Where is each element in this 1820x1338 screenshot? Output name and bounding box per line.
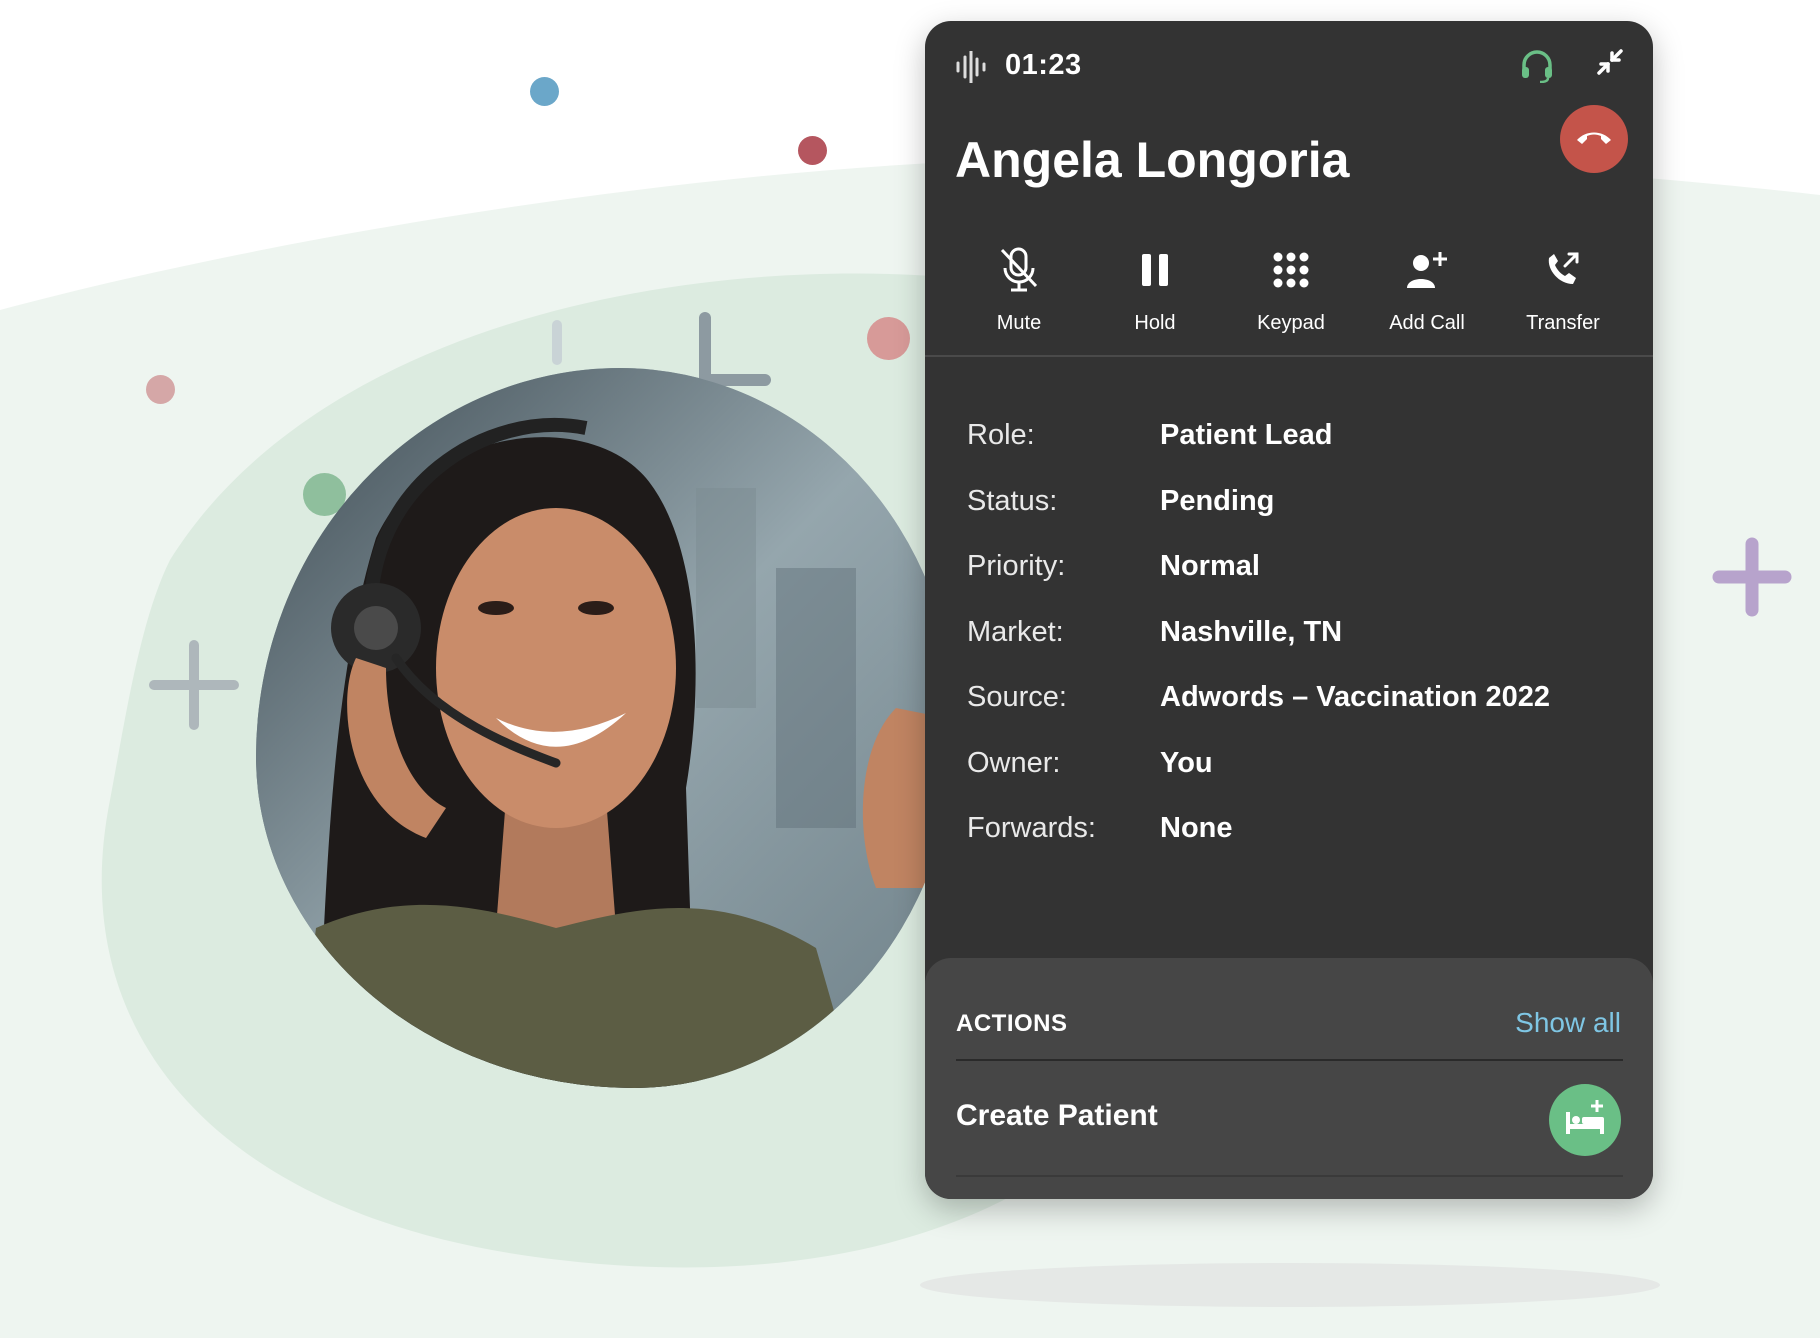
detail-label: Forwards: [967, 812, 1096, 844]
hang-up-button[interactable] [1560, 105, 1628, 173]
control-label: Keypad [1257, 312, 1325, 334]
keypad-button[interactable]: Keypad [1223, 246, 1359, 336]
hold-button[interactable]: Hold [1087, 246, 1223, 336]
call-transfer-icon [1543, 250, 1583, 295]
marketing-stage: 01:23 Angela Longoria Mute Hold Keypad A… [0, 0, 1820, 1338]
detail-row-owner: Owner: You [967, 747, 1617, 813]
phone-hangup-icon [1574, 127, 1614, 152]
show-all-link[interactable]: Show all [1515, 1007, 1621, 1039]
divider [925, 355, 1653, 357]
caller-name: Angela Longoria [955, 132, 1350, 188]
detail-value: Nashville, TN [1160, 615, 1343, 648]
call-widget: 01:23 Angela Longoria Mute Hold Keypad A… [925, 21, 1653, 1199]
audio-waveform-icon [955, 49, 987, 88]
transfer-button[interactable]: Transfer [1495, 246, 1631, 336]
pause-icon [1140, 252, 1170, 293]
detail-row-role: Role: Patient Lead [967, 419, 1617, 485]
call-topbar: 01:23 [955, 47, 1625, 87]
detail-value: Adwords – Vaccination 2022 [1160, 681, 1551, 713]
detail-label: Source: [967, 681, 1067, 713]
add-person-icon [1405, 250, 1449, 295]
divider [956, 1059, 1623, 1061]
contact-details: Role: Patient Lead Status: Pending Prior… [967, 419, 1617, 878]
control-label: Mute [996, 312, 1042, 334]
divider [956, 1175, 1623, 1177]
minimize-icon[interactable] [1595, 47, 1625, 82]
detail-value: Normal [1160, 550, 1260, 582]
detail-row-forwards: Forwards: None [967, 812, 1617, 878]
detail-value: Patient Lead [1160, 419, 1333, 451]
actions-title: ACTIONS [956, 1010, 1068, 1037]
add-call-button[interactable]: Add Call [1359, 246, 1495, 336]
mic-off-icon [998, 246, 1040, 299]
agent-photo [256, 368, 956, 1088]
detail-label: Owner: [967, 746, 1061, 779]
detail-row-source: Source: Adwords – Vaccination 2022 [967, 681, 1617, 747]
detail-row-status: Status: Pending [967, 485, 1617, 551]
detail-value: None [1160, 812, 1233, 844]
detail-label: Role: [967, 419, 1035, 451]
call-timer: 01:23 [1005, 49, 1082, 81]
detail-label: Market: [967, 615, 1064, 648]
create-patient-label: Create Patient [956, 1099, 1158, 1132]
hospital-bed-plus-icon [1563, 1098, 1607, 1143]
call-controls: Mute Hold Keypad Add Call Transfer [925, 246, 1653, 336]
detail-row-priority: Priority: Normal [967, 550, 1617, 616]
detail-value: You [1160, 746, 1213, 779]
detail-label: Status: [967, 484, 1058, 517]
create-patient-button[interactable] [1549, 1084, 1621, 1156]
control-label: Transfer [1526, 312, 1600, 334]
control-label: Hold [1134, 312, 1176, 334]
mute-button[interactable]: Mute [951, 246, 1087, 336]
detail-value: Pending [1160, 484, 1275, 517]
keypad-icon [1272, 251, 1310, 294]
detail-row-market: Market: Nashville, TN [967, 616, 1617, 682]
actions-panel: ACTIONS Show all Create Patient [925, 958, 1653, 1199]
control-label: Add Call [1389, 312, 1465, 334]
headset-icon [1519, 47, 1555, 88]
detail-label: Priority: [967, 550, 1066, 582]
